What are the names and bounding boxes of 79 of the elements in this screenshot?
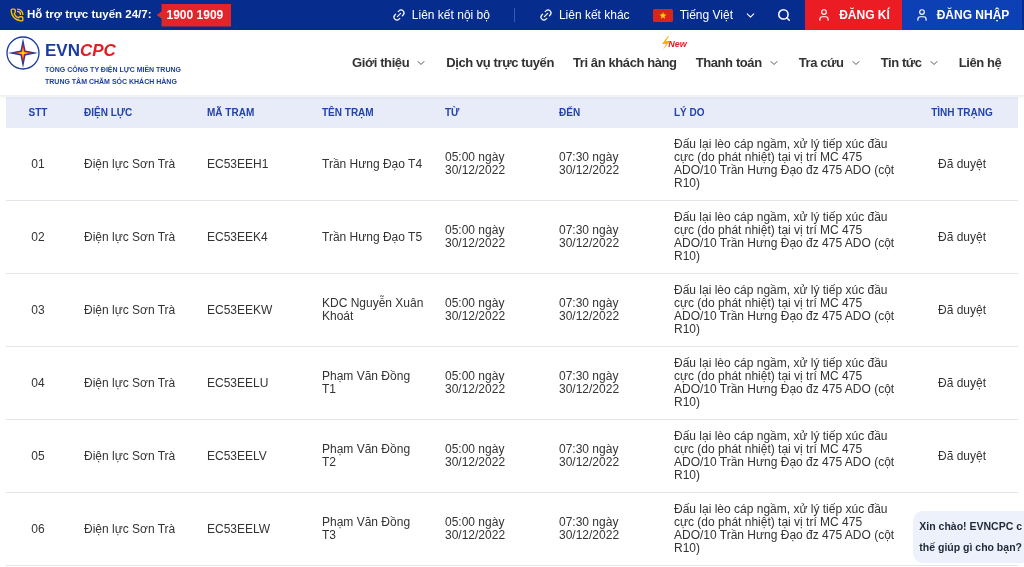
station-code: EC53EELV — [207, 449, 267, 463]
start-time: 05:00 ngày 30/12/2022 — [445, 516, 507, 542]
user-icon — [817, 8, 832, 22]
end-time: 07:30 ngày 30/12/2022 — [559, 443, 621, 469]
logo-icon — [6, 36, 40, 70]
user-icon — [914, 8, 929, 22]
station-code: EC53EELU — [207, 376, 269, 390]
column-header: MÃ TRẠM — [207, 105, 255, 120]
chat-bubble[interactable]: Xin chào! EVNCPC c thế giúp gì cho bạn? — [913, 511, 1024, 563]
reason-text: Đấu lại lèo cáp ngầm, xử lý tiếp xúc đầu cực (do phát nhiệt) tại vị trí MC 475 ADO/10 Trần Hưng Đạo đz 475 ADO (cột R10) — [674, 138, 896, 190]
unit-name: Điện lực Sơn Trà — [84, 522, 176, 536]
unit-name: Điện lực Sơn Trà — [84, 230, 176, 244]
nav-link[interactable]: Tra cứu — [798, 52, 862, 73]
start-time: 05:00 ngày 30/12/2022 — [445, 297, 507, 323]
start-time: 05:00 ngày 30/12/2022 — [445, 224, 507, 250]
column-header: ĐẾN — [559, 105, 581, 120]
hotline-badge[interactable]: 1900 1909 — [156, 3, 232, 27]
row-number: 04 — [31, 376, 45, 390]
top-link[interactable]: Liên kết khác — [538, 6, 630, 24]
phone-icon — [10, 8, 24, 22]
row-number: 03 — [31, 303, 45, 317]
station-name: Phạm Văn Đồng T3 — [322, 516, 412, 542]
station-code: EC53EEH1 — [207, 157, 269, 171]
nav-link[interactable]: Tin tức — [880, 52, 940, 73]
flag-icon — [652, 8, 673, 22]
reason-text: Đấu lại lèo cáp ngầm, xử lý tiếp xúc đầu cực (do phát nhiệt) tại vị trí MC 475 ADO/10 Trần Hưng Đạo đz 475 ADO (cột R10) — [674, 430, 896, 482]
end-time: 07:30 ngày 30/12/2022 — [559, 370, 621, 396]
unit-name: Điện lực Sơn Trà — [84, 157, 176, 171]
start-time: 05:00 ngày 30/12/2022 — [445, 443, 507, 469]
end-time: 07:30 ngày 30/12/2022 — [559, 516, 621, 542]
unit-name: Điện lực Sơn Trà — [84, 376, 176, 390]
nav-link[interactable]: Thanh toán — [695, 52, 780, 73]
column-header: STT — [28, 106, 48, 120]
auth-button[interactable]: ĐĂNG NHẬP — [902, 0, 1022, 30]
row-number: 05 — [31, 449, 45, 463]
column-header: TÌNH TRẠNG — [931, 105, 993, 120]
station-name: Trần Hưng Đạo T5 — [322, 230, 423, 244]
column-header: TỪ — [445, 105, 460, 120]
nav-link[interactable]: Giới thiệu — [352, 52, 428, 73]
nav-link[interactable]: Tri ân khách hàng — [572, 52, 677, 73]
status-text: Đã duyệt — [938, 449, 986, 463]
language-selector[interactable]: Tiếng Việt — [652, 6, 757, 24]
hotline-label: Hỗ trợ trực tuyến 24/7: — [27, 7, 152, 23]
row-number: 02 — [31, 230, 45, 244]
unit-name: Điện lực Sơn Trà — [84, 303, 176, 317]
column-header: TÊN TRẠM — [322, 105, 374, 120]
station-name: Phạm Văn Đồng T2 — [322, 443, 412, 469]
end-time: 07:30 ngày 30/12/2022 — [559, 297, 621, 323]
row-number: 01 — [31, 157, 45, 171]
station-name: Trần Hưng Đạo T4 — [322, 157, 423, 171]
row-number: 06 — [31, 522, 45, 536]
search-button[interactable] — [777, 8, 791, 22]
station-code: EC53EELW — [207, 522, 271, 536]
status-text: Đã duyệt — [938, 230, 986, 244]
start-time: 05:00 ngày 30/12/2022 — [445, 370, 507, 396]
end-time: 07:30 ngày 30/12/2022 — [559, 224, 621, 250]
station-name: KDC Nguyễn Xuân Khoát — [322, 297, 425, 323]
reason-text: Đấu lại lèo cáp ngầm, xử lý tiếp xúc đầu cực (do phát nhiệt) tại vị trí MC 475 ADO/10 Trần Hưng Đạo đz 475 ADO (cột R10) — [674, 357, 896, 409]
end-time: 07:30 ngày 30/12/2022 — [559, 151, 621, 177]
status-text: Đã duyệt — [938, 376, 986, 390]
column-header: LÝ DO — [674, 105, 705, 120]
search-icon — [777, 8, 791, 22]
new-label: New — [668, 39, 687, 49]
reason-text: Đấu lại lèo cáp ngầm, xử lý tiếp xúc đầu cực (do phát nhiệt) tại vị trí MC 475 ADO/10 Trần Hưng Đạo đz 475 ADO (cột R10) — [674, 503, 896, 555]
status-text: Đã duyệt — [938, 157, 986, 171]
column-header: ĐIỆN LỰC — [84, 105, 133, 120]
nav-link[interactable]: Dịch vụ trực tuyến — [446, 52, 554, 73]
reason-text: Đấu lại lèo cáp ngầm, xử lý tiếp xúc đầu cực (do phát nhiệt) tại vị trí MC 475 ADO/10 Trần Hưng Đạo đz 475 ADO (cột R10) — [674, 211, 896, 263]
status-text: Đã duyệt — [938, 303, 986, 317]
station-code: EC53EEKW — [207, 303, 273, 317]
nav-link[interactable]: Liên hệ — [958, 52, 1002, 73]
logo-wordmark: EVNCPC — [45, 42, 117, 59]
reason-text: Đấu lại lèo cáp ngầm, xử lý tiếp xúc đầu cực (do phát nhiệt) tại vị trí MC 475 ADO/10 Trần Hưng Đạo đz 475 ADO (cột R10) — [674, 284, 896, 336]
auth-button[interactable]: ĐĂNG KÍ — [805, 0, 902, 30]
station-code: EC53EEK4 — [207, 230, 268, 244]
top-link[interactable]: Liên kết nội bộ — [391, 6, 490, 24]
start-time: 05:00 ngày 30/12/2022 — [445, 151, 507, 177]
unit-name: Điện lực Sơn Trà — [84, 449, 176, 463]
station-name: Phạm Văn Đồng T1 — [322, 370, 412, 396]
